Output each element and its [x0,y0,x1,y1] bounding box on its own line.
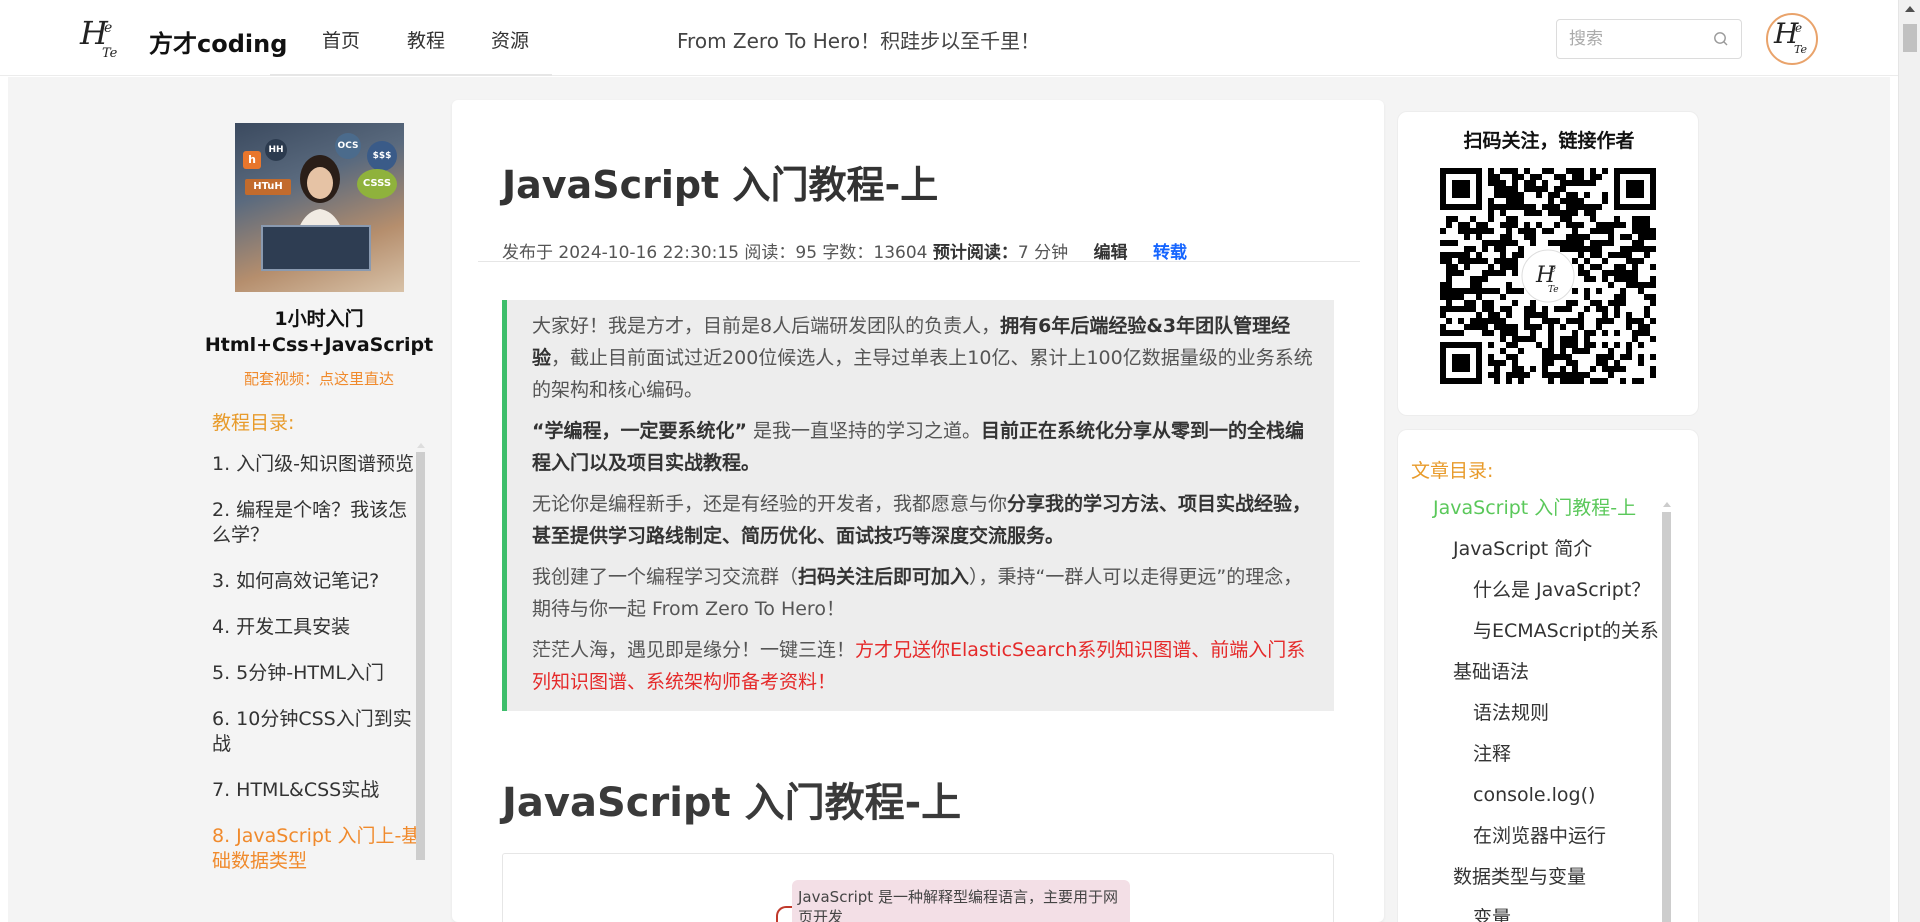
course-toc-item[interactable]: 6. 10分钟CSS入门到实战 [212,707,422,757]
toc-item[interactable]: 什么是 JavaScript？ [1398,578,1660,619]
course-toc-item[interactable]: 5. 5分钟-HTML入门 [212,661,422,686]
toc-item[interactable]: 数据类型与变量 [1398,865,1660,906]
meta-words: 13604 [873,243,928,263]
course-toc-item[interactable]: 7. HTML&CSS实战 [212,778,422,803]
course-toc-item[interactable]: 4. 开发工具安装 [212,615,422,640]
article-meta: 发布于 2024-10-16 22:30:15 阅读：95 字数：13604 预… [502,238,1187,263]
meta-divider [478,261,1360,262]
edit-button[interactable]: 编辑 [1094,243,1128,263]
article-title: JavaScript 入门教程-上 [502,163,939,207]
toc-item-active[interactable]: JavaScript 入门教程-上 [1398,496,1660,537]
scroll-up-arrow-icon[interactable] [417,443,425,448]
toc-item[interactable]: 变量 [1398,906,1660,922]
course-toc-item[interactable]: 3. 如何高效记笔记? [212,569,422,594]
intro-paragraph: “学编程，一定要系统化” 是我一直坚持的学习之道。目前正在系统化分享从零到一的全… [532,420,1305,474]
meta-published-label: 发布于 [502,243,553,263]
course-toc-item-active[interactable]: 8. JavaScript 入门上-基础数据类型 [212,824,422,874]
course-toc-item[interactable]: 2. 编程是个啥？我该怎么学？ [212,498,422,548]
course-toc-item[interactable]: 1. 入门级-知识图谱预览 [212,452,422,477]
article-toc-heading: 文章目录: [1411,460,1494,482]
nav-resources[interactable]: 资源 [491,26,529,53]
svg-text:e: e [1550,264,1556,275]
course-title-line1: 1小时入门 [274,308,364,330]
site-slogan: From Zero To Hero！积跬步以至千里！ [677,29,1041,53]
nav-home[interactable]: 首页 [322,26,360,53]
toc-item[interactable]: 基础语法 [1398,660,1660,701]
left-sidebar: h HH OCS $$$ HTuH CSSS 1小时入门 Html+Css+Ja… [196,110,442,922]
article-toc-scrollbar-thumb[interactable] [1662,512,1671,922]
meta-est: 7 分钟 [1017,243,1069,263]
user-avatar[interactable]: He Te [1766,13,1818,65]
toc-item[interactable]: 语法规则 [1398,701,1660,742]
toc-item[interactable]: JavaScript 简介 [1398,537,1660,578]
scroll-up-arrow-icon[interactable] [1663,502,1671,507]
qr-card: 扫码关注，链接作者 H e Te [1397,111,1699,416]
search-box[interactable] [1556,19,1742,59]
intro-paragraph: 大家好！我是方才，目前是8人后端研发团队的负责人，拥有6年后端经验&3年团队管理… [532,315,1313,401]
page-scrollbar[interactable] [1898,0,1920,922]
nav-underline [270,74,552,76]
article-toc-list: JavaScript 入门教程-上 JavaScript 简介 什么是 Java… [1398,496,1660,922]
article-card: JavaScript 入门教程-上 发布于 2024-10-16 22:30:1… [452,100,1384,922]
course-cover-image[interactable]: h HH OCS $$$ HTuH CSSS [235,123,404,292]
top-header: He Te 方才coding 首页 教程 资源 From Zero To Hero… [0,0,1898,76]
svg-text:Te: Te [1548,285,1559,295]
meta-reads: 95 [795,243,818,263]
page-scrollbar-thumb[interactable] [1903,24,1917,52]
meta-est-label: 预计阅读： [932,243,1018,263]
course-toc-heading: 教程目录: [212,412,295,434]
meta-words-label: 字数： [822,243,874,263]
search-icon[interactable] [1713,31,1729,47]
nav-tutorials[interactable]: 教程 [407,26,445,53]
intro-blockquote: 大家好！我是方才，目前是8人后端研发团队的负责人，拥有6年后端经验&3年团队管理… [502,300,1334,711]
hero-logo[interactable]: He Te [76,12,130,66]
video-link[interactable]: 配套视频：点这里直达 [196,368,442,389]
toc-item[interactable]: 与ECMAScript的关系 [1398,619,1660,660]
intro-paragraph: 无论你是编程新手，还是有经验的开发者，我都愿意与你分享我的学习方法、项目实战经验… [532,493,1312,547]
course-toc-list: 1. 入门级-知识图谱预览 2. 编程是个啥？我该怎么学？ 3. 如何高效记笔记… [212,452,422,895]
book-illustration [261,225,371,271]
repost-link[interactable]: 转载 [1153,243,1187,263]
toc-item[interactable]: console.log() [1398,783,1660,824]
section-heading: JavaScript 入门教程-上 [502,780,962,826]
intro-paragraph: 茫茫人海，遇见即是缘分！一键三连！方才兄送你ElasticSearch系列知识图… [532,639,1306,693]
course-title: 1小时入门 Html+Css+JavaScript [196,306,442,358]
course-title-line2: Html+Css+JavaScript [204,334,434,356]
qr-code-image[interactable]: H e Te [1440,168,1656,384]
intro-paragraph: 我创建了一个编程学习交流群（扫码关注后即可加入），秉持“一群人可以走得更远”的理… [532,566,1303,620]
meta-reads-label: 阅读： [744,243,796,263]
course-toc-scrollbar-thumb[interactable] [416,452,425,860]
toc-item[interactable]: 注释 [1398,742,1660,783]
search-input[interactable] [1569,28,1709,50]
brand-name[interactable]: 方才coding [149,24,287,59]
qr-title: 扫码关注，链接作者 [1463,130,1635,152]
toc-item[interactable]: 在浏览器中运行 [1398,824,1660,865]
article-toc-card: 文章目录: JavaScript 入门教程-上 JavaScript 简介 什么… [1397,429,1699,922]
meta-published: 2024-10-16 22:30:15 [558,243,739,263]
scroll-up-arrow-icon[interactable] [1905,6,1915,12]
mindmap-image[interactable]: JavaScript 是一种解释型编程语言，主要用于网页开发 [502,853,1334,922]
mindmap-node: JavaScript 是一种解释型编程语言，主要用于网页开发 [792,880,1130,922]
